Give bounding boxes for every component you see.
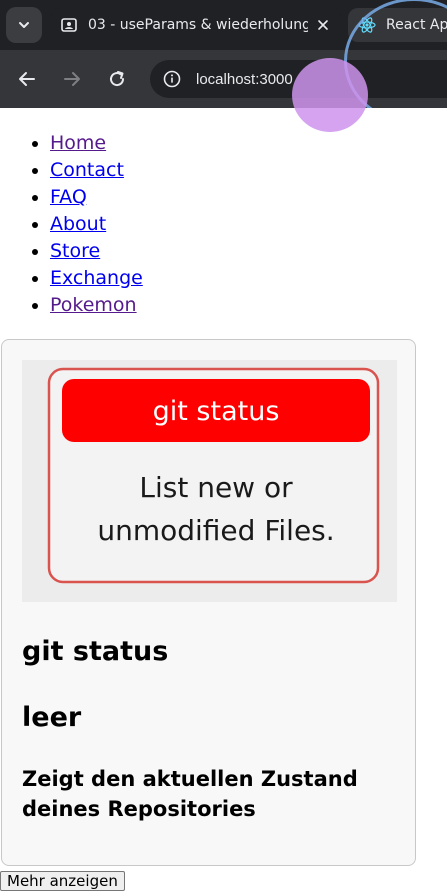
card-title: git status: [22, 636, 169, 667]
reload-icon: [110, 71, 125, 87]
forward-button[interactable]: [59, 66, 85, 92]
info-icon[interactable]: [162, 69, 182, 89]
card-image: git status List new or unmodified Files.: [22, 360, 397, 602]
nav-link-home[interactable]: Home: [50, 132, 106, 154]
chevron-down-icon: [19, 22, 29, 28]
tab-react-app[interactable]: React App: [348, 8, 447, 42]
nav-link-exchange[interactable]: Exchange: [50, 267, 143, 289]
tab-useparams[interactable]: 03 - useParams & wiederholung: [50, 8, 342, 42]
arrow-left-icon: [19, 72, 35, 86]
tab-strip: 03 - useParams & wiederholung React App: [0, 0, 447, 50]
command-card: git status List new or unmodified Files.…: [1, 339, 416, 866]
nav-item-contact: Contact: [50, 157, 143, 184]
nav-item-about: About: [50, 211, 143, 238]
nav-list: Home Contact FAQ About Store Exchange Po…: [0, 130, 143, 319]
nav-link-faq[interactable]: FAQ: [50, 186, 87, 208]
page-icon: [60, 16, 78, 34]
nav-item-faq: FAQ: [50, 184, 143, 211]
tab-title: 03 - useParams & wiederholung: [88, 17, 308, 33]
card-description: Zeigt den aktuellen Zustand deines Repos…: [22, 767, 358, 821]
card-subtitle: leer: [22, 702, 82, 733]
nav-item-store: Store: [50, 238, 143, 265]
nav-item-home: Home: [50, 130, 143, 157]
back-button[interactable]: [14, 66, 40, 92]
nav-link-pokemon[interactable]: Pokemon: [50, 294, 137, 316]
nav-link-contact[interactable]: Contact: [50, 159, 124, 181]
browser-toolbar: localhost:3000: [0, 50, 447, 108]
banner-text: git status: [153, 396, 280, 427]
image-line-2: unmodified Files.: [97, 514, 334, 547]
browser-chrome: 03 - useParams & wiederholung React App: [0, 0, 447, 108]
reload-button[interactable]: [104, 66, 130, 92]
react-icon: [358, 16, 376, 34]
show-more-button[interactable]: Mehr anzeigen: [0, 871, 125, 891]
arrow-right-icon: [64, 72, 80, 86]
nav-item-exchange: Exchange: [50, 265, 143, 292]
nav-link-store[interactable]: Store: [50, 240, 100, 262]
close-icon[interactable]: [314, 16, 332, 34]
nav-item-pokemon: Pokemon: [50, 292, 143, 319]
tab-search-button[interactable]: [6, 7, 42, 43]
address-bar[interactable]: localhost:3000: [150, 60, 447, 98]
tab-title: React App: [386, 17, 447, 33]
nav-link-about[interactable]: About: [50, 213, 106, 235]
url-text: localhost:3000: [196, 70, 293, 88]
image-line-1: List new or: [139, 471, 293, 504]
